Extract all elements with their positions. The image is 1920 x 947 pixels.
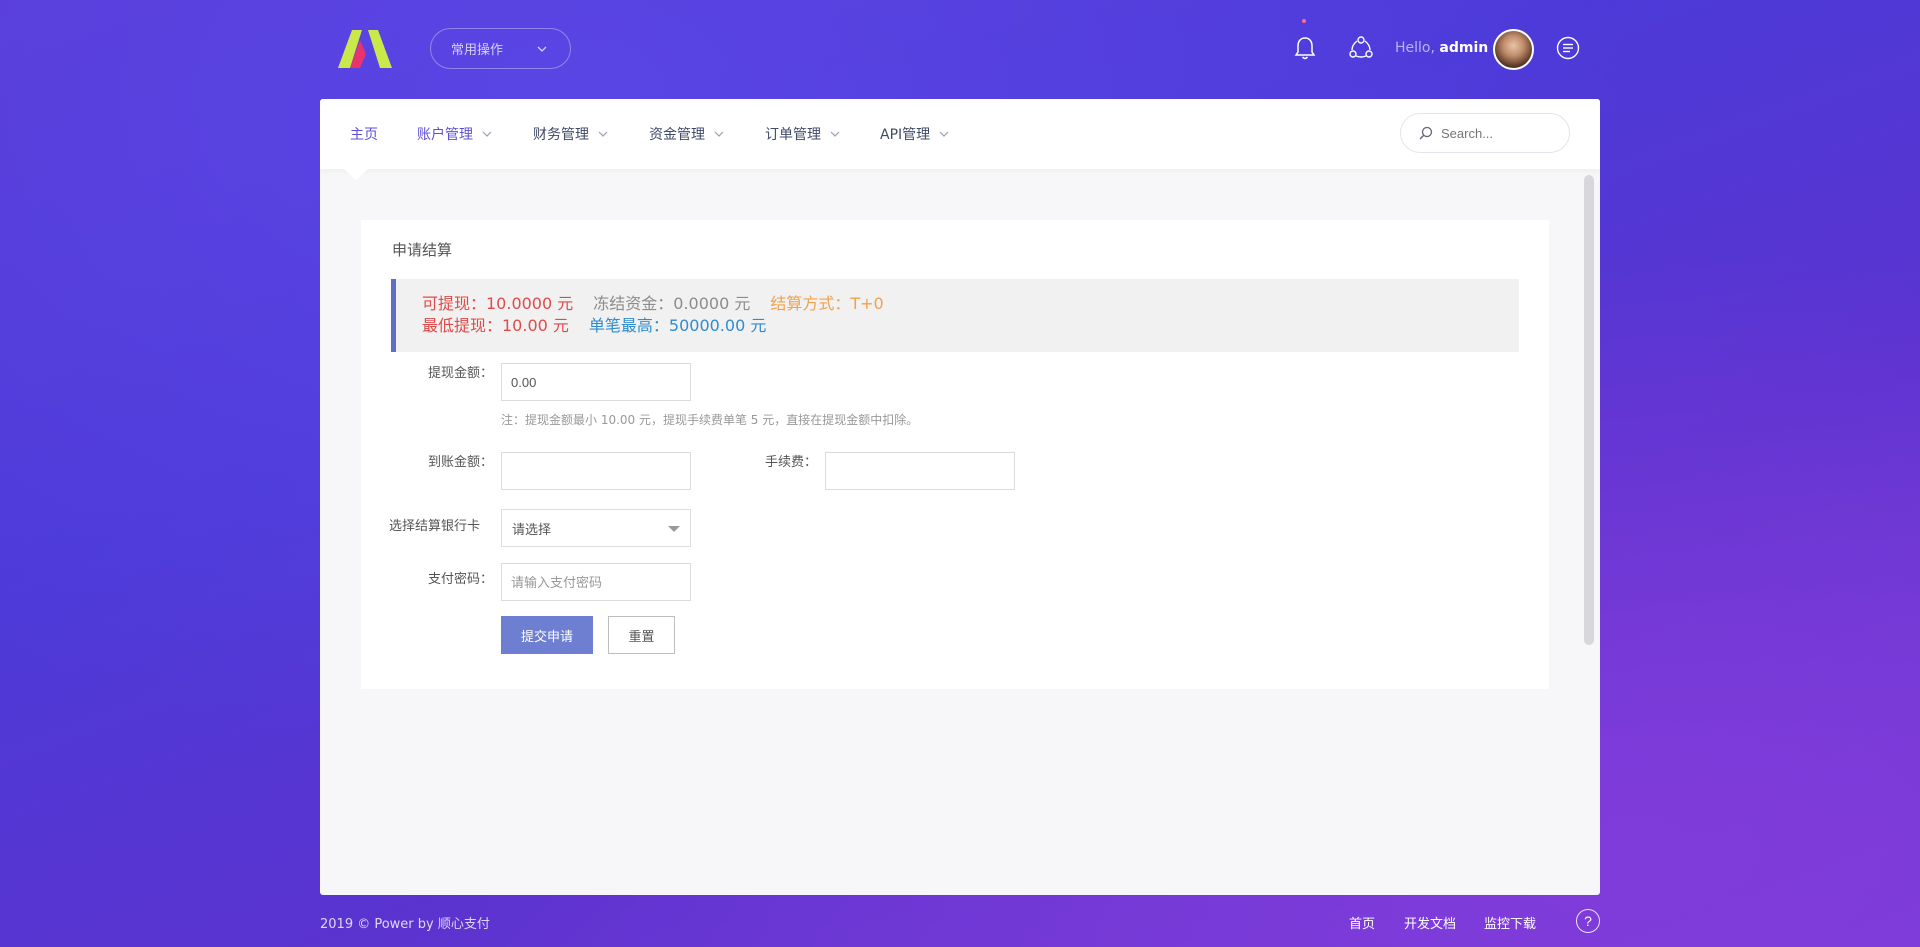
scrollbar[interactable] <box>1584 175 1594 645</box>
nav-item-label: 订单管理 <box>765 127 821 143</box>
nav-item-finance[interactable]: 财务管理 <box>533 124 609 144</box>
pay-password-label: 支付密码： <box>427 572 493 587</box>
nav-item-label: 主页 <box>350 127 378 143</box>
chevron-down-icon <box>598 131 608 137</box>
nav-item-label: API管理 <box>880 127 931 143</box>
notification-dot <box>1302 19 1306 23</box>
pay-password-input[interactable] <box>501 563 691 601</box>
footer-link-monitor[interactable]: 监控下载 <box>1484 913 1536 932</box>
bank-card-select[interactable]: 请选择 <box>501 509 691 547</box>
greeting-text: Hello, <box>1395 40 1435 56</box>
chevron-down-icon <box>482 131 492 137</box>
submit-button[interactable]: 提交申请 <box>501 616 593 654</box>
settle-mode: 结算方式：T+0 <box>770 294 884 313</box>
nav-item-home[interactable]: 主页 <box>350 124 378 144</box>
share-icon[interactable] <box>1348 35 1374 61</box>
nav-item-funds[interactable]: 资金管理 <box>649 124 725 144</box>
fee-input[interactable] <box>825 452 1015 490</box>
withdrawable-amount: 可提现：10.0000 元 <box>422 294 574 313</box>
reset-button[interactable]: 重置 <box>608 616 675 654</box>
nav-item-label: 账户管理 <box>417 127 473 143</box>
quick-actions-dropdown[interactable]: 常用操作 <box>430 28 571 69</box>
logo[interactable] <box>338 30 392 68</box>
active-nav-pointer <box>344 169 368 180</box>
help-icon[interactable]: ? <box>1576 909 1600 933</box>
copyright: 2019 © Power by 顺心支付 <box>320 917 490 932</box>
settlement-card: 申请结算 可提现：10.0000 元冻结资金：0.0000 元结算方式：T+0 … <box>361 220 1549 689</box>
amount-input[interactable] <box>501 363 691 401</box>
search-input[interactable] <box>1441 125 1561 141</box>
search-box[interactable] <box>1400 113 1570 153</box>
fee-label: 手续费： <box>764 455 817 470</box>
nav-item-label: 财务管理 <box>533 127 589 143</box>
frozen-funds: 冻结资金：0.0000 元 <box>593 294 751 313</box>
top-bar: 常用操作 Hello, admin <box>0 0 1920 99</box>
avatar[interactable] <box>1493 29 1534 70</box>
chevron-down-icon <box>939 131 949 137</box>
nav-item-api[interactable]: API管理 <box>880 124 950 144</box>
balance-info-alert: 可提现：10.0000 元冻结资金：0.0000 元结算方式：T+0 最低提现：… <box>391 279 1519 352</box>
footer-link-home[interactable]: 首页 <box>1349 913 1375 932</box>
user-greeting: Hello, admin <box>1395 40 1488 56</box>
amount-hint: 注：提现金额最小 10.00 元，提现手续费单笔 5 元，直接在提现金额中扣除。 <box>501 413 919 427</box>
chevron-down-icon <box>830 131 840 137</box>
amount-label: 提现金额： <box>427 366 493 381</box>
menu-icon[interactable] <box>1555 35 1581 61</box>
caret-down-icon <box>668 526 680 532</box>
quick-actions-label: 常用操作 <box>451 43 504 58</box>
main-panel: 主页 账户管理 财务管理 资金管理 订单管理 API管理 Search... 申… <box>320 99 1600 895</box>
nav-item-account[interactable]: 账户管理 <box>417 124 493 144</box>
nav-item-orders[interactable]: 订单管理 <box>765 124 841 144</box>
search-icon <box>1419 126 1433 140</box>
page-title: 申请结算 <box>392 241 453 259</box>
chevron-down-icon <box>537 46 547 52</box>
max-single: 单笔最高：50000.00 元 <box>588 316 767 335</box>
main-nav: 主页 账户管理 财务管理 资金管理 订单管理 API管理 <box>320 99 1600 169</box>
nav-item-label: 资金管理 <box>649 127 705 143</box>
chevron-down-icon <box>714 131 724 137</box>
username[interactable]: admin <box>1439 40 1488 56</box>
bell-icon[interactable] <box>1292 35 1318 61</box>
min-withdraw: 最低提现：10.00 元 <box>422 316 569 335</box>
bank-card-selected: 请选择 <box>512 522 552 538</box>
footer-link-docs[interactable]: 开发文档 <box>1404 913 1456 932</box>
received-amount-input[interactable] <box>501 452 691 490</box>
received-amount-label: 到账金额： <box>427 455 493 470</box>
bank-card-label: 选择结算银行卡 <box>389 519 481 534</box>
